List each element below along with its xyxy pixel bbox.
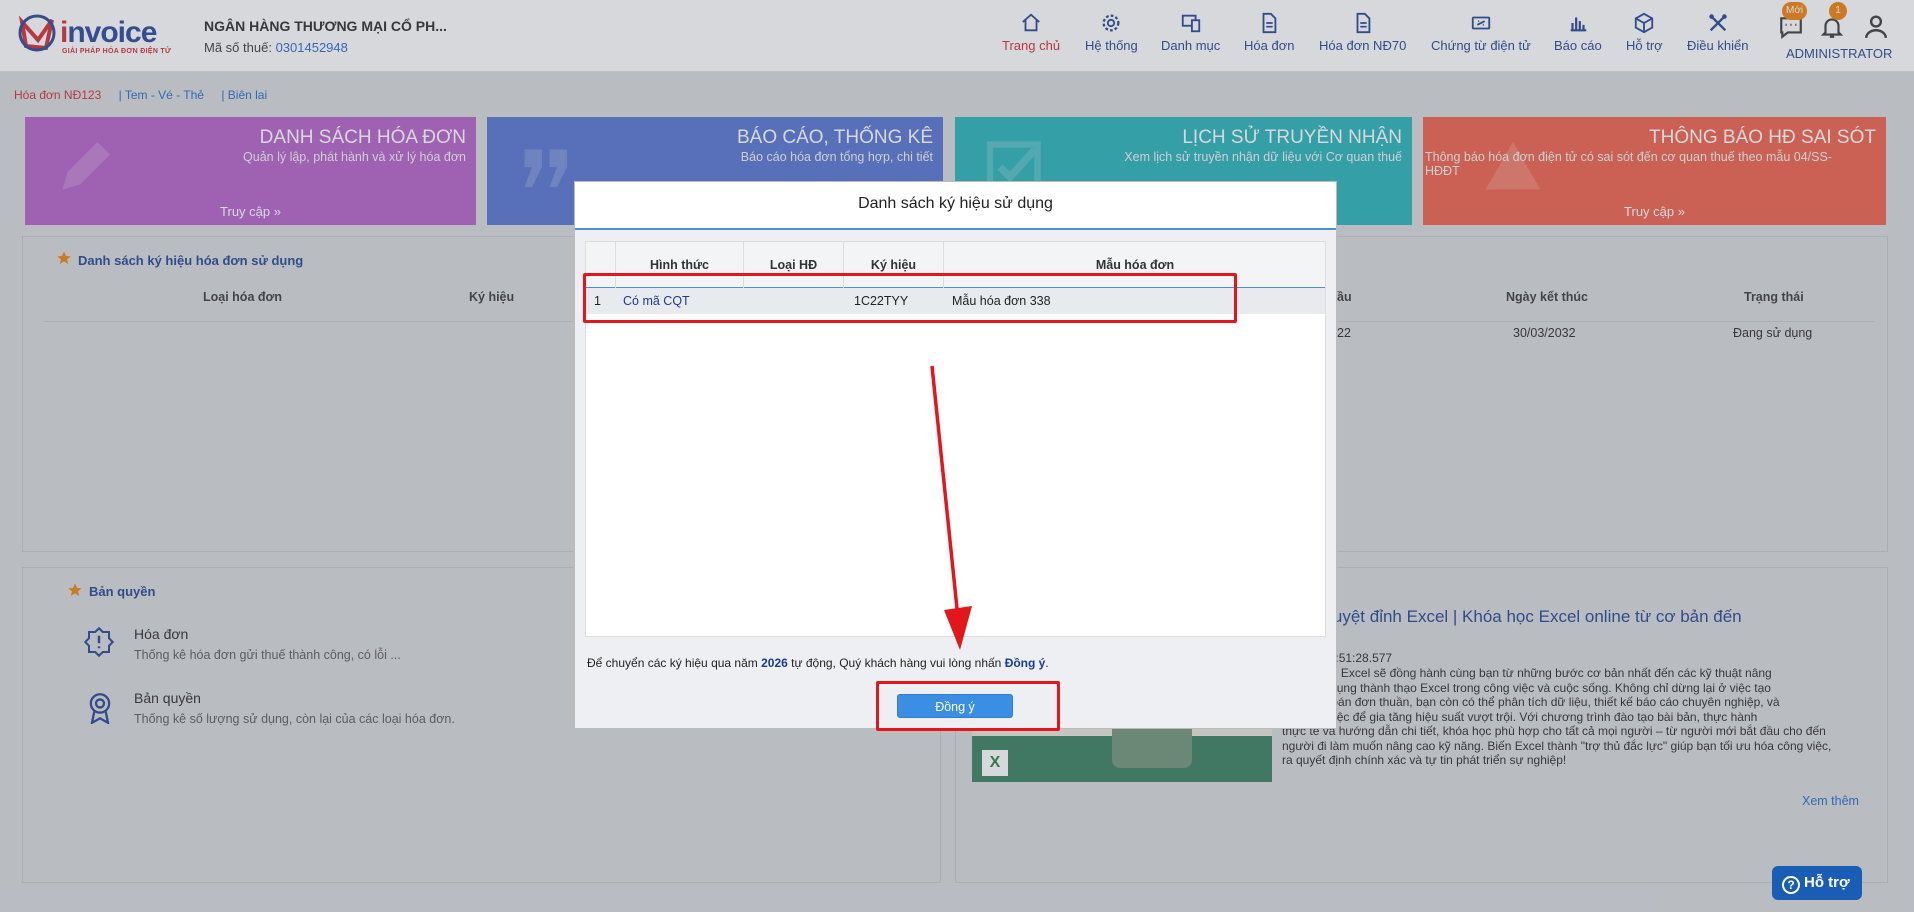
modal-title: Danh sách ký hiệu sử dụng bbox=[575, 182, 1336, 230]
arrow-down-icon bbox=[930, 365, 972, 650]
help-circle-icon: ? bbox=[1782, 876, 1800, 894]
button-highlight-box bbox=[876, 681, 1060, 731]
help-button[interactable]: ? Hỗ trợ bbox=[1772, 866, 1862, 900]
row-highlight-box bbox=[583, 273, 1237, 323]
